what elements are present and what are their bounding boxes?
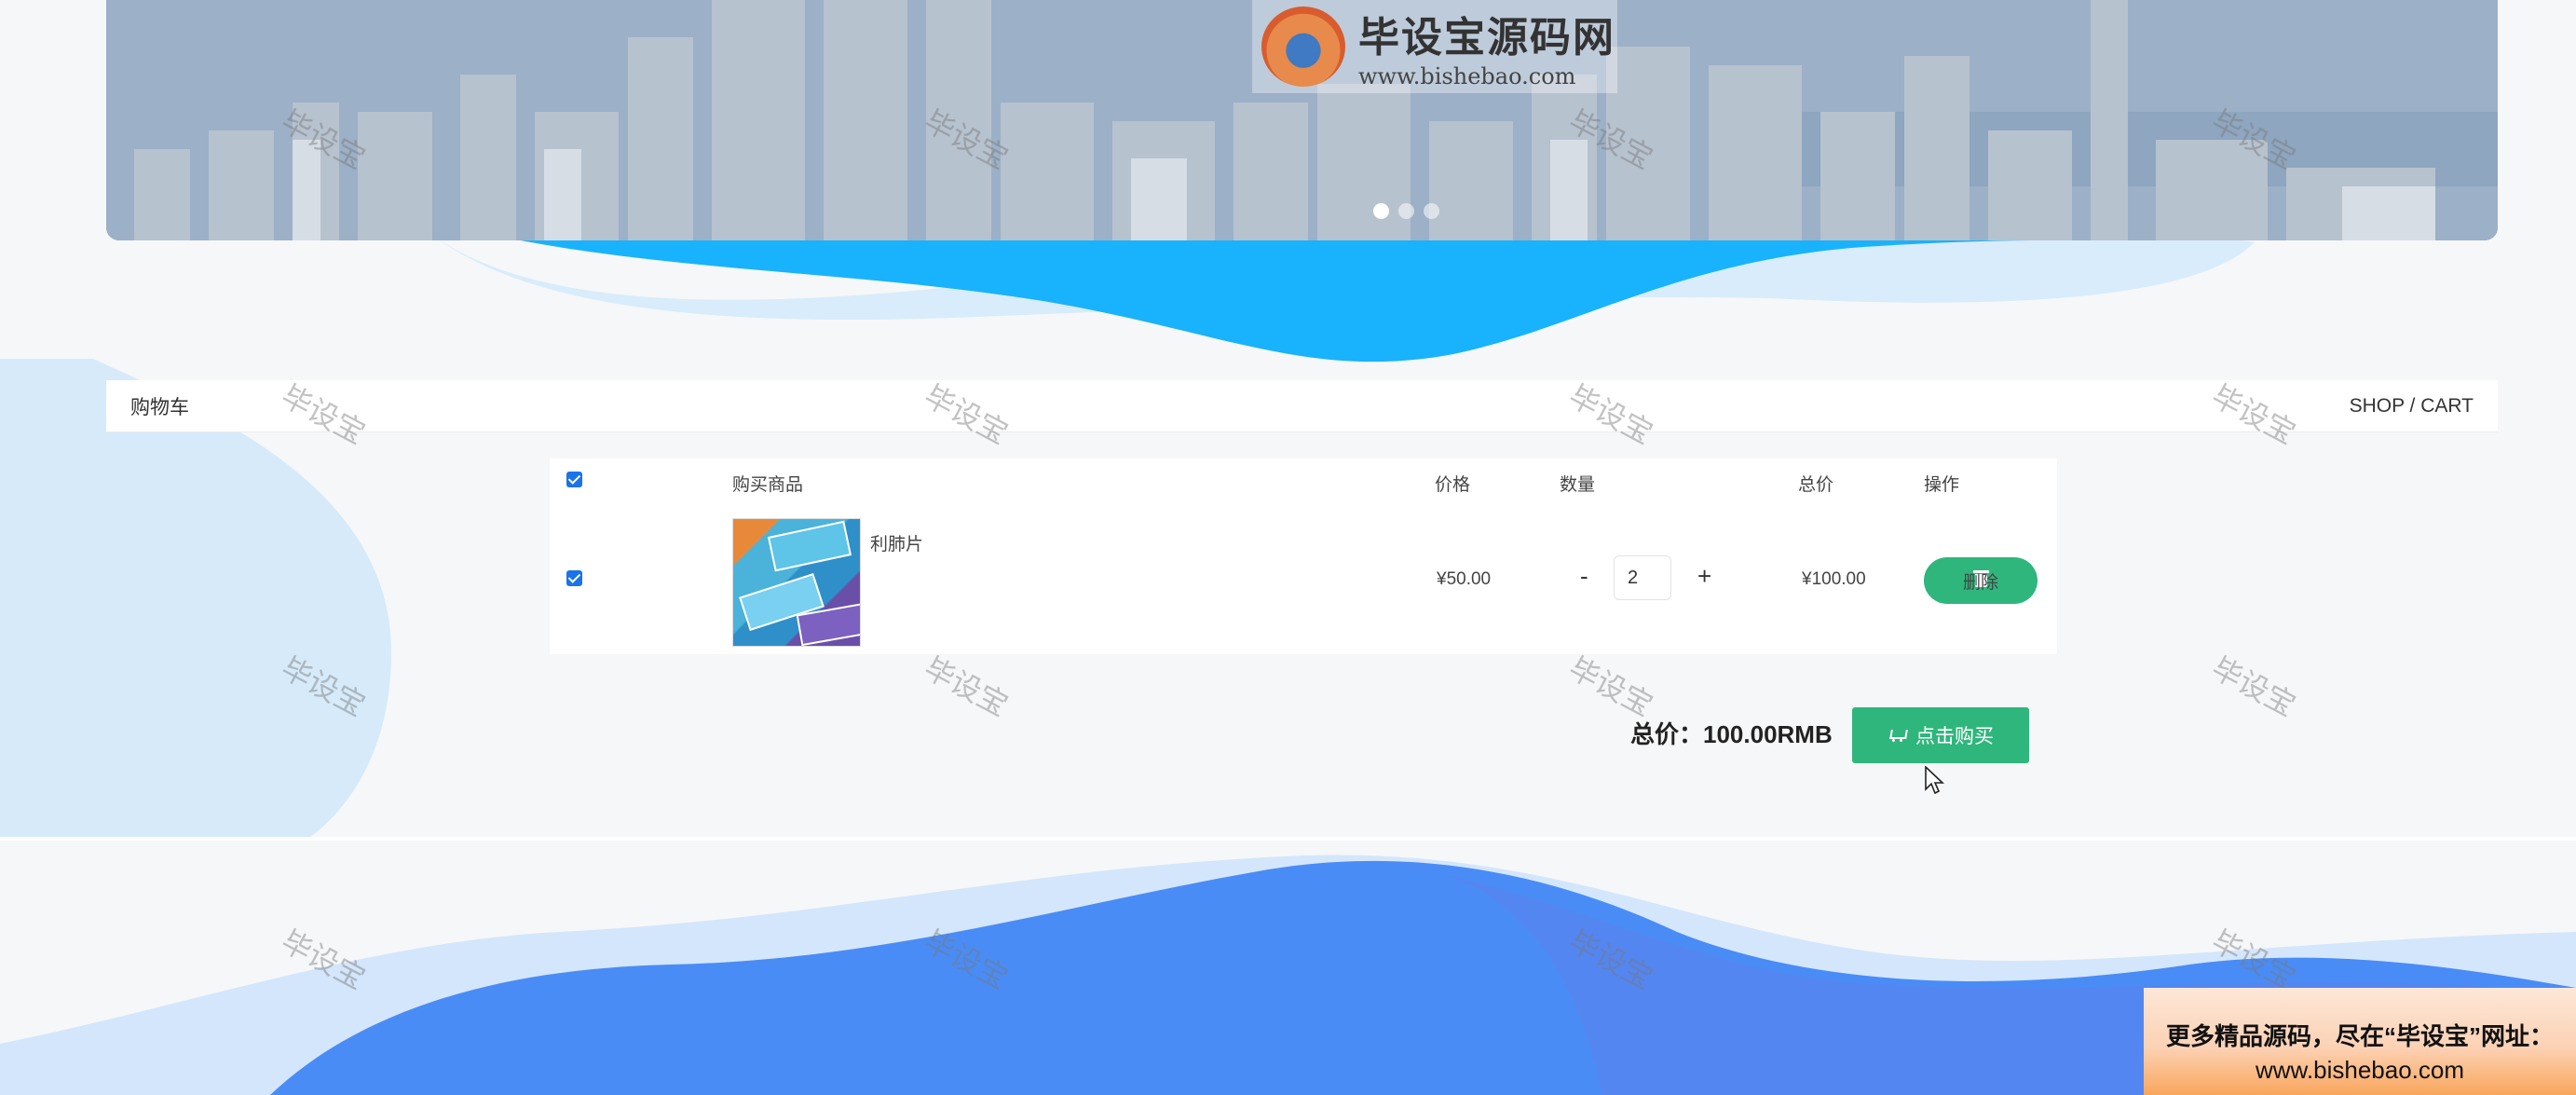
watermark: 毕设宝 [919,924,1014,996]
delete-label: 删除 [1962,572,1998,593]
promo-line-1: 更多精品源码，尽在“毕设宝”网址： [2165,1022,2554,1050]
watermark: 毕设宝 [1563,650,1658,723]
promo-line-2: www.bishebao.com [2256,1056,2464,1084]
header-product: 购买商品 [732,475,804,495]
carousel-dot-2[interactable] [1398,203,1414,219]
logo-title: 毕设宝源码网 [1358,15,1615,61]
shopping-cart-icon [1888,728,1906,743]
cart-total: 总价：100.00RMB [1630,720,1833,748]
section-divider [0,837,2576,841]
select-all-checkbox[interactable] [566,472,582,487]
watermark: 毕设宝 [2206,924,2301,996]
quantity-input[interactable] [1614,555,1671,600]
cart-section-title: 购物车 [130,396,189,418]
row-checkbox[interactable] [566,570,582,586]
cart-table: 购买商品 价格 数量 总价 操作 利肺片 ¥50.00 - + ¥100.00 … [550,459,2057,654]
cart-section-bar: 购物车 SHOP / CART [106,380,2498,432]
buy-button[interactable]: 点击购买 [1852,707,2029,763]
mouse-cursor-icon [1925,766,1945,795]
row-total: ¥100.00 [1802,569,1866,589]
carousel-dot-1[interactable] [1373,203,1389,219]
logo-url: www.bishebao.com [1358,63,1576,89]
product-name[interactable]: 利肺片 [870,530,923,555]
quantity-increase-button[interactable]: + [1692,561,1717,592]
header-price: 价格 [1435,475,1471,495]
product-price: ¥50.00 [1437,569,1492,589]
delete-button[interactable]: 删除 [1924,557,2038,604]
logo-mark-icon [1261,7,1345,87]
header-quantity: 数量 [1560,475,1596,495]
breadcrumb: SHOP / CART [2349,394,2474,417]
carousel-dot-3[interactable] [1424,203,1439,219]
header-total: 总价 [1798,475,1834,495]
watermark: 毕设宝 [276,924,371,996]
watermark: 毕设宝 [919,650,1014,723]
banner-logo: 毕设宝源码网 www.bishebao.com [1252,0,1617,93]
quantity-decrease-button[interactable]: - [1574,561,1594,592]
cart-table-header: 购买商品 价格 数量 总价 操作 [550,459,2057,501]
promo-banner[interactable]: 更多精品源码，尽在“毕设宝”网址： www.bishebao.com [2144,988,2576,1095]
buy-label: 点击购买 [1915,726,1994,747]
watermark: 毕设宝 [2206,650,2301,723]
hero-banner[interactable]: 毕设宝源码网 www.bishebao.com [106,0,2498,240]
carousel-dots [1373,203,1439,219]
header-action: 操作 [1924,475,1960,495]
watermark: 毕设宝 [1563,924,1658,996]
watermark: 毕设宝 [276,650,371,723]
product-thumbnail[interactable] [732,518,861,647]
